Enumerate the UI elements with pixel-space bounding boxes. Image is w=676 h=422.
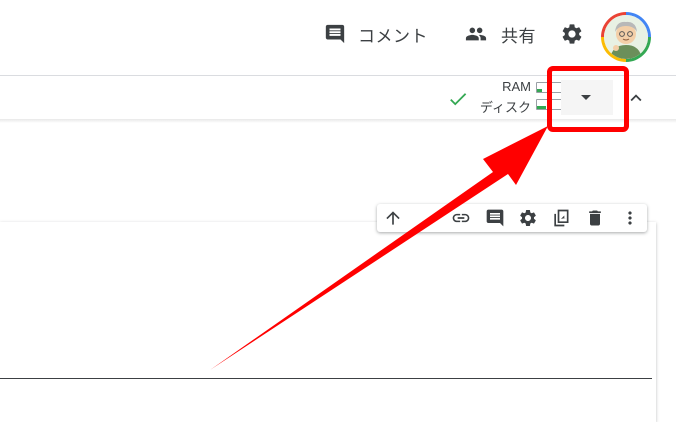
share-label: 共有: [501, 26, 536, 46]
link-icon[interactable]: [451, 208, 471, 228]
cell-output-divider: [0, 378, 652, 379]
disk-usage-fill: [537, 106, 546, 109]
arrow-up-icon[interactable]: [383, 208, 403, 228]
highlight-annotation-box: [547, 66, 629, 132]
disk-label: ディスク: [479, 100, 531, 115]
gear-icon[interactable]: [518, 208, 538, 228]
cell-toolbar: [377, 204, 647, 232]
gear-icon: [560, 22, 584, 46]
ram-label: RAM: [502, 79, 531, 94]
avatar-image: [604, 15, 648, 59]
comment-icon[interactable]: [485, 208, 505, 228]
comment-button[interactable]: コメント: [324, 16, 428, 52]
share-button[interactable]: 共有: [463, 16, 536, 52]
collapse-header-button[interactable]: [624, 87, 650, 109]
code-cell[interactable]: [0, 222, 656, 422]
chevron-up-icon: [624, 94, 648, 113]
more-vert-icon[interactable]: [620, 208, 640, 228]
people-icon: [463, 23, 489, 45]
comment-icon: [324, 23, 346, 45]
trash-icon[interactable]: [585, 208, 605, 228]
settings-button[interactable]: [558, 20, 586, 48]
ram-usage-fill: [537, 89, 542, 92]
mirror-cell-icon[interactable]: [551, 208, 571, 228]
comment-label: コメント: [358, 26, 428, 46]
header-bar: コメント 共有: [0, 0, 676, 75]
avatar[interactable]: [601, 12, 651, 62]
